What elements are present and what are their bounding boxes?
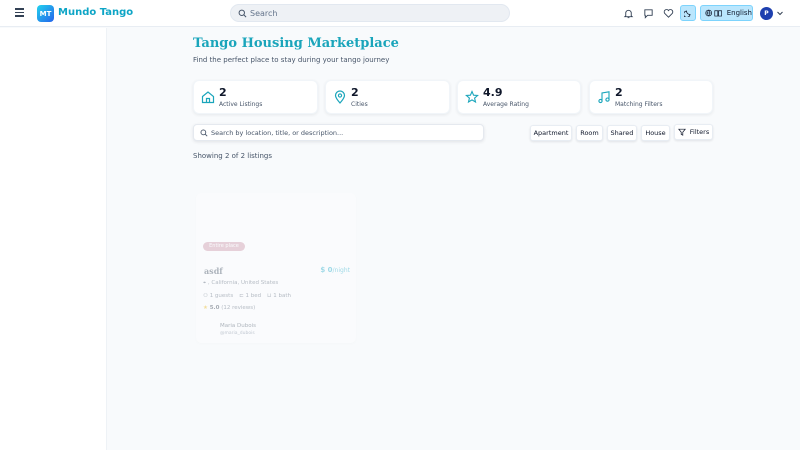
listing-location: ⌖ , California, United States	[203, 280, 278, 287]
message-icon[interactable]	[643, 8, 654, 19]
star-icon: ★	[203, 305, 208, 311]
page-subtitle: Find the perfect place to stay during yo…	[193, 56, 390, 64]
filter-chip-house[interactable]: House	[641, 125, 670, 141]
map-pin-icon	[334, 90, 346, 104]
stat-value: 2	[219, 86, 227, 99]
listing-rating: ★ 5.0 (12 reviews)	[203, 305, 255, 311]
bed-icon: ⊏	[239, 293, 244, 299]
listing-beds: ⊏ 1 bed	[239, 293, 261, 299]
stat-label: Cities	[351, 101, 368, 108]
listing-search-placeholder: Search by location, title, or descriptio…	[211, 129, 344, 137]
book-icon	[714, 10, 723, 17]
stat-value: 4.9	[483, 86, 503, 99]
filters-label: Filters	[689, 128, 710, 136]
moon-icon	[684, 10, 691, 17]
globe-icon	[705, 9, 712, 17]
language-selector-button[interactable]: English	[700, 5, 753, 21]
listing-location-text: , California, United States	[207, 280, 279, 286]
heart-icon[interactable]	[663, 8, 674, 19]
user-avatar[interactable]: P	[760, 7, 773, 20]
filter-chip-room[interactable]: Room	[576, 125, 603, 141]
stat-card-cities: 2 Cities	[325, 80, 450, 114]
menu-icon[interactable]	[15, 8, 27, 20]
listing-price-unit: /night	[332, 267, 350, 274]
stat-label: Active Listings	[219, 101, 263, 108]
logo-badge[interactable]: MT	[37, 5, 54, 22]
results-count: Showing 2 of 2 listings	[193, 152, 273, 160]
language-label: English	[726, 9, 752, 17]
music-icon	[598, 91, 610, 104]
page-title: Tango Housing Marketplace	[193, 36, 399, 51]
host-handle: @maria_dubois	[220, 331, 255, 336]
map-pin-icon: ⌖	[203, 280, 207, 286]
filters-button[interactable]: Filters	[674, 124, 713, 140]
stat-card-average-rating: 4.9 Average Rating	[457, 80, 581, 114]
listing-reviews: (12 reviews)	[221, 305, 256, 311]
listing-title: asdf	[204, 266, 223, 276]
theme-toggle-button[interactable]	[680, 5, 696, 21]
listing-baths: ⊔ 1 bath	[267, 293, 291, 299]
search-icon	[238, 9, 247, 18]
users-icon: ⚇	[203, 293, 208, 299]
filter-chip-apartment[interactable]: Apartment	[530, 125, 572, 141]
global-search-input[interactable]: Search	[230, 4, 510, 22]
bell-icon[interactable]	[623, 8, 634, 19]
bath-icon: ⊔	[267, 293, 272, 299]
host-name: Maria Dubois	[220, 323, 256, 329]
stat-label: Average Rating	[483, 101, 529, 108]
listing-specs: ⚇ 1 guests ⊏ 1 bed ⊔ 1 bath	[203, 293, 291, 299]
stat-card-matching-filters: 2 Matching Filters	[589, 80, 713, 114]
listing-price: $ 0/night	[320, 266, 350, 274]
sidebar	[0, 28, 107, 450]
search-icon	[200, 129, 208, 137]
stat-label: Matching Filters	[615, 101, 663, 108]
stat-value: 2	[615, 86, 623, 99]
global-search-placeholder: Search	[250, 9, 278, 18]
listing-type-badge: Entire place	[203, 242, 245, 251]
listing-beds-text: 1 bed	[245, 293, 262, 299]
filter-icon	[677, 128, 686, 136]
listing-guests: ⚇ 1 guests	[203, 293, 233, 299]
listing-search-input[interactable]: Search by location, title, or descriptio…	[193, 124, 484, 141]
listing-rating-value: 5.0	[209, 305, 220, 311]
chevron-down-icon[interactable]	[776, 9, 784, 17]
stat-value: 2	[351, 86, 359, 99]
listing-price-value: $ 0	[320, 266, 333, 274]
home-icon	[201, 91, 215, 104]
app-name[interactable]: Mundo Tango	[58, 7, 133, 18]
stat-card-active-listings: 2 Active Listings	[193, 80, 318, 114]
filter-chip-shared[interactable]: Shared	[607, 125, 637, 141]
listing-guests-text: 1 guests	[209, 293, 234, 299]
listing-baths-text: 1 bath	[273, 293, 291, 299]
listing-card[interactable]: Entire place asdf $ 0/night ⌖ , Californ…	[196, 193, 356, 343]
top-bar: MT Mundo Tango Search English P	[0, 0, 800, 27]
star-icon	[465, 90, 479, 104]
